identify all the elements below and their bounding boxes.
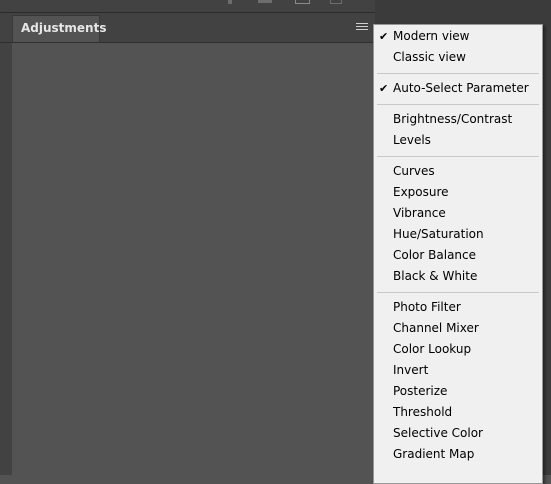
menu-separator <box>377 156 539 157</box>
adjustments-panel-body <box>12 43 375 475</box>
menu-item-label: Color Lookup <box>393 342 472 356</box>
checkmark-icon: ✔ <box>379 30 389 43</box>
menu-separator <box>377 292 539 293</box>
menu-item-auto-select-parameter[interactable]: ✔ Auto-Select Parameter <box>374 78 542 99</box>
menu-item-color-lookup[interactable]: Color Lookup <box>374 339 542 360</box>
menu-item-invert[interactable]: Invert <box>374 360 542 381</box>
menu-item-channel-mixer[interactable]: Channel Mixer <box>374 318 542 339</box>
menu-item-label: Modern view <box>393 29 470 43</box>
menu-item-label: Posterize <box>393 384 448 398</box>
menu-item-curves[interactable]: Curves <box>374 161 542 182</box>
menu-item-label: Vibrance <box>393 206 446 220</box>
trash-icon[interactable] <box>330 0 342 4</box>
menu-item-brightness-contrast[interactable]: Brightness/Contrast <box>374 109 542 130</box>
menu-item-label: Channel Mixer <box>393 321 479 335</box>
menu-separator <box>377 104 539 105</box>
panel-left-edge <box>0 43 12 475</box>
adjustments-panel-header: Adjustments <box>0 13 375 43</box>
toolbar-icon-2[interactable] <box>258 0 272 3</box>
menu-item-modern-view[interactable]: ✔ Modern view <box>374 26 542 47</box>
menu-item-label: Auto-Select Parameter <box>393 81 529 95</box>
menu-item-levels[interactable]: Levels <box>374 130 542 151</box>
menu-item-label: Curves <box>393 164 435 178</box>
menu-item-label: Color Balance <box>393 248 477 262</box>
menu-item-color-balance[interactable]: Color Balance <box>374 245 542 266</box>
menu-item-photo-filter[interactable]: Photo Filter <box>374 297 542 318</box>
menu-item-vibrance[interactable]: Vibrance <box>374 203 542 224</box>
menu-item-exposure[interactable]: Exposure <box>374 182 542 203</box>
menu-separator <box>377 73 539 74</box>
panel-menu-icon[interactable] <box>356 23 368 33</box>
menu-item-label: Threshold <box>393 405 453 419</box>
toolbar-icon-1[interactable] <box>228 0 232 4</box>
panel-flyout-menu: ✔ Modern view Classic view ✔ Auto-Select Par… <box>373 24 543 484</box>
new-layer-icon[interactable] <box>295 0 310 4</box>
panel-toolbar-strip <box>0 0 375 13</box>
menu-item-label: Brightness/Contrast <box>393 112 513 126</box>
menu-item-label: Exposure <box>393 185 449 199</box>
menu-item-selective-color[interactable]: Selective Color <box>374 423 542 444</box>
menu-item-threshold[interactable]: Threshold <box>374 402 542 423</box>
menu-item-hue-saturation[interactable]: Hue/Saturation <box>374 224 542 245</box>
menu-item-label: Photo Filter <box>393 300 461 314</box>
menu-item-label: Invert <box>393 363 429 377</box>
menu-item-black-white[interactable]: Black & White <box>374 266 542 287</box>
menu-item-posterize[interactable]: Posterize <box>374 381 542 402</box>
menu-item-label: Black & White <box>393 269 478 283</box>
menu-item-label: Selective Color <box>393 426 483 440</box>
menu-item-label: Gradient Map <box>393 447 475 461</box>
menu-item-label: Hue/Saturation <box>393 227 484 241</box>
menu-item-gradient-map[interactable]: Gradient Map <box>374 444 542 465</box>
checkmark-icon: ✔ <box>379 82 389 95</box>
menu-item-classic-view[interactable]: Classic view <box>374 47 542 68</box>
menu-item-label: Levels <box>393 133 431 147</box>
adjustments-tab[interactable]: Adjustments <box>12 15 106 42</box>
menu-item-label: Classic view <box>393 50 466 64</box>
